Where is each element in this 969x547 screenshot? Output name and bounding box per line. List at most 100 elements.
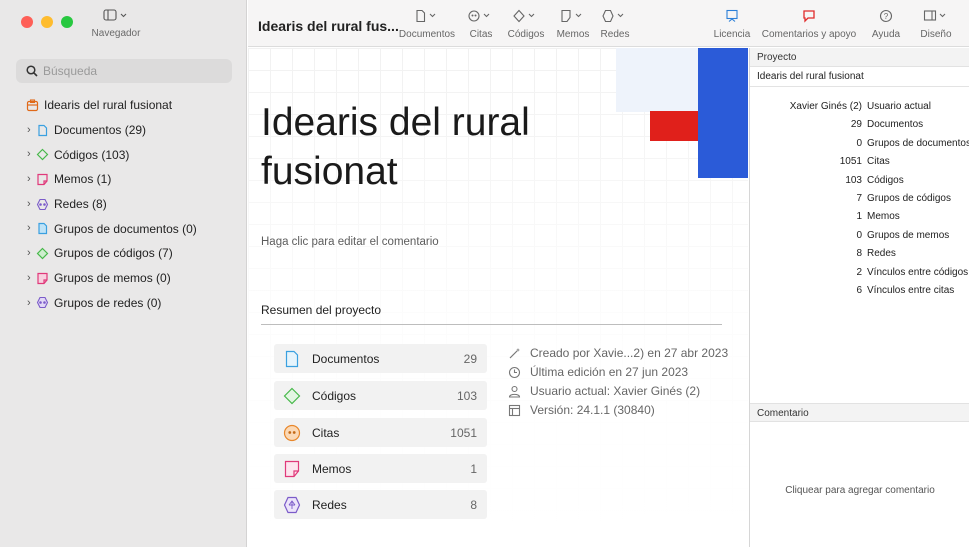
stat-label: Grupos de documentos [867,137,969,149]
toolbar-button-label: Documentos [398,29,456,40]
stat-value: 0 [856,137,862,149]
tree-item-label: Idearis del rural fusionat [44,98,173,113]
toolbar-button-label: Códigos [507,29,545,40]
navigator-tree: Idearis del rural fusionat › Documentos … [0,93,247,315]
inspector-header: Proyecto [750,48,969,67]
layout-icon [910,9,962,26]
tree-item-grupos-documentos[interactable]: › Grupos de documentos (0) [0,216,247,241]
meta-version-text: Versión: 24.1.1 (30840) [530,403,655,417]
tree-item-documentos[interactable]: › Documentos (29) [0,118,247,143]
card-value: 103 [456,388,477,403]
stat-row: 1051 Citas [750,153,969,171]
zoom-window-button[interactable] [61,16,73,28]
stat-label: Vínculos entre citas [867,284,955,296]
toolbar-licencia-button[interactable]: Licencia [712,9,752,40]
summary-heading: Resumen del proyecto [261,303,382,317]
stat-row: 8 Redes [750,245,969,263]
card-label: Documentos [312,351,380,366]
tree-item-grupos-redes[interactable]: › Grupos de redes (0) [0,291,247,316]
document-title: Idearis del rural fus... [258,18,399,34]
chevron-right-icon[interactable]: › [27,241,31,266]
toolbar-ayuda-button[interactable]: ? Ayuda [867,9,905,40]
edit-comment-link[interactable]: Haga clic para editar el comentario [261,236,439,248]
card-label: Citas [312,425,340,440]
feedback-icon [757,9,861,26]
code-diamond-icon [283,387,301,404]
stat-value: 7 [856,192,862,204]
card-label: Redes [312,497,347,512]
toolbar-redes-button[interactable]: Redes [598,9,632,40]
chevron-right-icon[interactable]: › [27,118,31,143]
tree-item-codigos[interactable]: › Códigos (103) [0,142,247,167]
tree-item-grupos-codigos[interactable]: › Grupos de códigos (7) [0,241,247,266]
summary-card-codigos[interactable]: Códigos 103 [274,381,487,410]
stat-row: 2 Vínculos entre códigos [750,264,969,282]
chevron-right-icon[interactable]: › [27,142,31,167]
tree-item-redes[interactable]: › Redes (8) [0,192,247,217]
chevron-right-icon[interactable]: › [27,167,31,192]
summary-card-documentos[interactable]: Documentos 29 [274,344,487,373]
summary-card-redes[interactable]: Redes 8 [274,490,487,519]
search-field[interactable] [16,59,232,83]
clock-icon [508,366,521,378]
search-input[interactable] [43,64,223,78]
stat-value: 1051 [839,156,862,168]
quote-icon [283,424,301,441]
stat-value: 1 [856,211,862,223]
summary-card-memos[interactable]: Memos 1 [274,454,487,483]
toolbar-documentos-button[interactable]: Documentos [396,9,458,40]
card-value: 1051 [450,425,477,440]
toolbar-citas-button[interactable]: Citas [464,9,498,40]
close-window-button[interactable] [21,16,33,28]
network-icon [598,9,632,26]
svg-text:?: ? [884,12,889,21]
code-diamond-icon [36,148,49,161]
chevron-right-icon[interactable]: › [27,291,31,316]
project-stats: Xavier Ginés (2) Usuario actual 29 Documen… [750,98,969,300]
stat-value: 2 [856,266,862,278]
minimize-window-button[interactable] [41,16,53,28]
summary-card-citas[interactable]: Citas 1051 [274,418,487,447]
stat-label: Usuario actual [867,101,931,112]
inspector-panel: Proyecto Idearis del rural fusionat Xavi… [749,48,969,547]
toolbar-feedback-button[interactable]: Comentarios y apoyo [757,9,861,40]
stat-row: Xavier Ginés (2) Usuario actual [750,98,969,116]
chevron-right-icon[interactable]: › [27,266,31,291]
tree-item-project[interactable]: Idearis del rural fusionat [0,93,247,118]
sidebar-toggle-icon [86,9,146,26]
project-icon [26,99,39,111]
navigator-toggle-button[interactable]: Navegador [86,9,146,39]
stat-value: 29 [850,119,862,131]
chevron-right-icon[interactable]: › [27,216,31,241]
version-icon [508,404,521,416]
memo-group-icon [37,272,48,284]
memo-icon [554,9,592,26]
project-name-field[interactable]: Idearis del rural fusionat [750,67,969,87]
tree-item-memos[interactable]: › Memos (1) [0,167,247,192]
tree-item-grupos-memos[interactable]: › Grupos de memos (0) [0,266,247,291]
meta-version: Versión: 24.1.1 (30840) [508,403,655,417]
stat-label: Memos [867,211,900,223]
toolbar-diseno-button[interactable]: Diseño [910,9,962,40]
toolbar-codigos-button[interactable]: Códigos [504,9,548,40]
add-comment-button[interactable]: Cliquear para agregar comentario [750,485,969,496]
tree-item-label: Grupos de memos (0) [54,271,171,286]
toolbar-button-label: Redes [600,29,630,40]
memo-icon [284,460,300,477]
toolbar-memos-button[interactable]: Memos [554,9,592,40]
magic-wand-icon [509,347,520,358]
card-value: 29 [463,351,477,366]
toolbar-button-label: Licencia [713,29,751,40]
meta-edited-text: Última edición en 27 jun 2023 [530,365,689,379]
stat-row: 7 Grupos de códigos [750,190,969,208]
stat-label: Grupos de códigos [867,192,951,204]
stat-row: 1 Memos [750,208,969,226]
meta-user: Usuario actual: Xavier Ginés (2) [508,384,700,398]
memo-icon [37,173,48,186]
meta-user-text: Usuario actual: Xavier Ginés (2) [530,384,701,398]
document-icon [396,9,458,26]
code-group-icon [36,247,49,260]
chevron-right-icon[interactable]: › [27,192,31,217]
network-icon [283,496,301,513]
project-title[interactable]: Idearis del rural fusionat [261,98,641,196]
